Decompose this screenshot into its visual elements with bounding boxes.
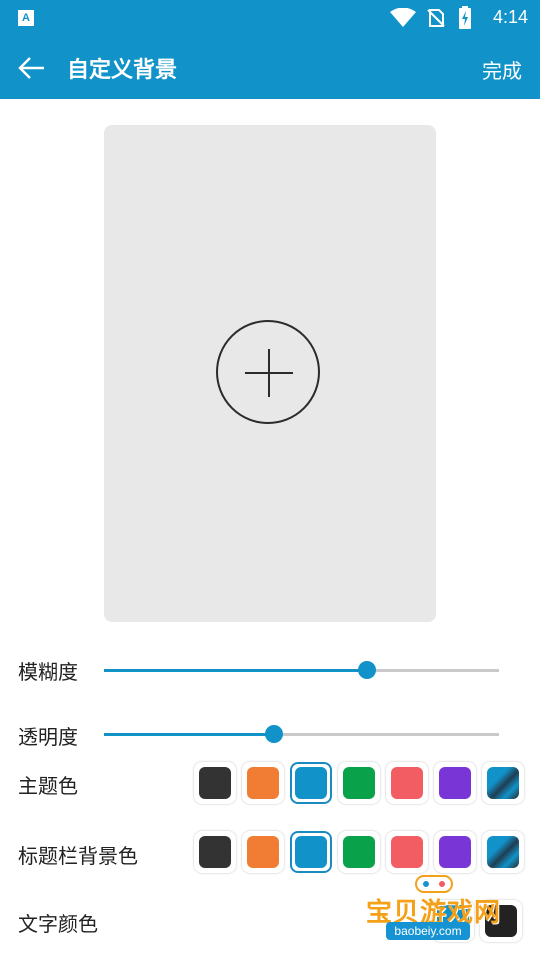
opacity-label: 透明度 <box>18 725 78 749</box>
battery-charging-icon <box>459 6 471 29</box>
text-color-label: 文字颜色 <box>18 912 98 936</box>
status-bar: A 4:14 <box>0 0 540 36</box>
color-swatch-fill <box>199 767 231 799</box>
color-swatch[interactable] <box>194 762 236 804</box>
color-swatch[interactable] <box>386 762 428 804</box>
blur-slider[interactable] <box>104 660 499 680</box>
color-swatch-fill <box>391 767 423 799</box>
color-swatch[interactable] <box>434 762 476 804</box>
color-swatch-fill <box>343 767 375 799</box>
blur-label: 模糊度 <box>18 660 78 684</box>
color-swatch[interactable] <box>386 831 428 873</box>
color-swatch-fill <box>247 836 279 868</box>
color-swatch-fill <box>439 836 471 868</box>
color-swatch[interactable] <box>482 762 524 804</box>
color-swatch-fill <box>295 836 327 868</box>
color-swatch[interactable] <box>242 762 284 804</box>
page-title: 自定义背景 <box>67 58 178 83</box>
status-time: 4:14 <box>492 7 528 27</box>
app-notification-icon: A <box>18 10 34 26</box>
done-button[interactable]: 完成 <box>482 55 522 84</box>
theme-color-label: 主题色 <box>18 774 78 798</box>
no-sim-icon <box>427 9 445 27</box>
color-swatch-fill <box>391 836 423 868</box>
color-swatch-fill <box>295 767 327 799</box>
arrow-left-icon[interactable] <box>16 54 48 82</box>
slider-thumb[interactable] <box>358 661 377 679</box>
slider-fill <box>104 733 274 736</box>
slider-fill <box>104 669 368 672</box>
plus-circle-icon[interactable] <box>216 320 320 424</box>
color-swatch[interactable] <box>434 831 476 873</box>
color-swatch-fill <box>487 767 519 799</box>
slider-thumb[interactable] <box>264 725 283 743</box>
gamepad-icon <box>415 875 453 893</box>
opacity-slider[interactable] <box>104 724 499 744</box>
titlebar-bg-color-label: 标题栏背景色 <box>18 844 138 868</box>
color-swatch-fill <box>247 767 279 799</box>
watermark: 宝贝游戏网 baobeiy.com <box>362 870 522 950</box>
color-swatch[interactable] <box>290 831 332 873</box>
color-swatch[interactable] <box>338 831 380 873</box>
app-bar: 自定义背景 完成 <box>0 36 540 99</box>
background-preview[interactable] <box>104 125 436 622</box>
color-swatch-fill <box>439 767 471 799</box>
wifi-icon <box>390 8 416 27</box>
color-swatch[interactable] <box>242 831 284 873</box>
color-swatch-fill <box>487 836 519 868</box>
color-swatch-fill <box>199 836 231 868</box>
watermark-url: baobeiy.com <box>386 922 470 940</box>
color-swatch[interactable] <box>338 762 380 804</box>
color-swatch[interactable] <box>290 762 332 804</box>
color-swatch-fill <box>343 836 375 868</box>
color-swatch[interactable] <box>194 831 236 873</box>
color-swatch[interactable] <box>482 831 524 873</box>
